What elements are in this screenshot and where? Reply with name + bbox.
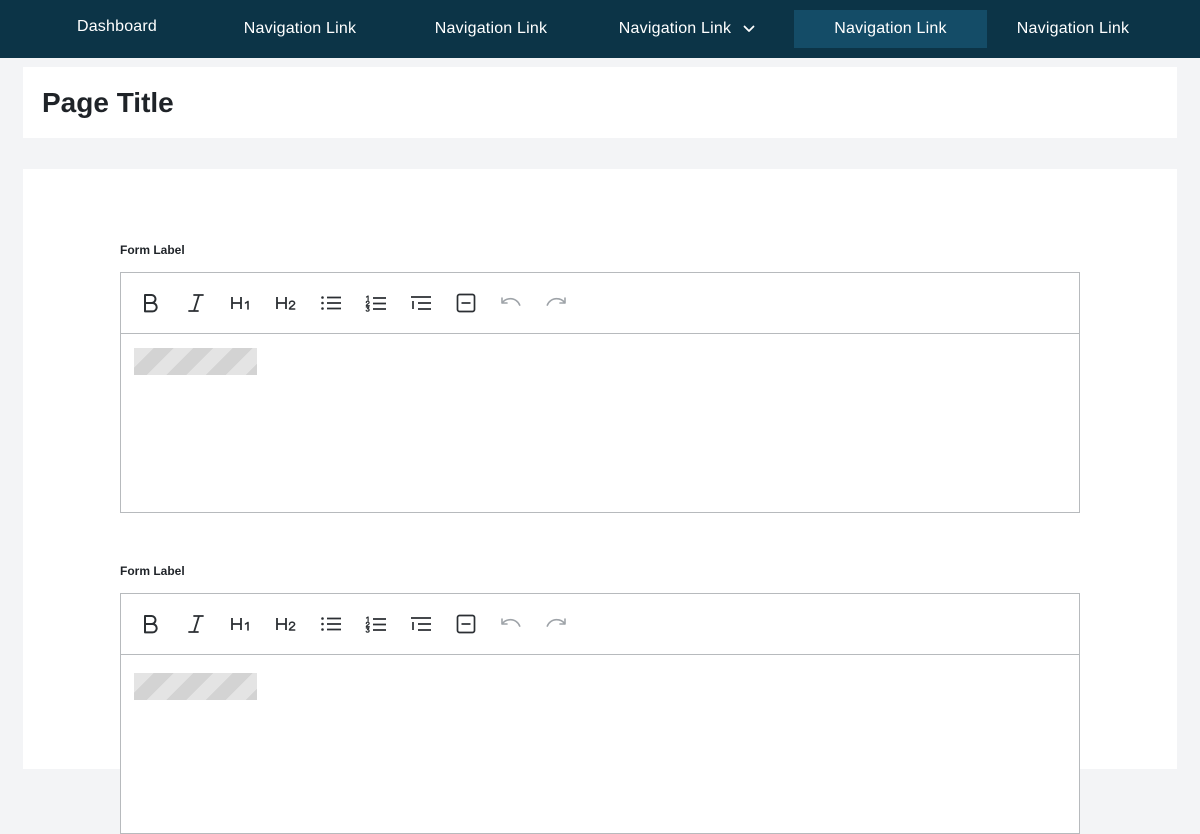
bullet-list-icon[interactable] — [316, 288, 346, 318]
nav-link-3-label: Navigation Link — [618, 20, 732, 37]
bold-icon[interactable] — [136, 288, 166, 318]
top-navigation-bar: Dashboard Navigation Link Navigation Lin… — [0, 0, 1200, 58]
italic-icon[interactable] — [181, 288, 211, 318]
nav-link-5[interactable]: Navigation Link — [995, 10, 1151, 48]
horizontal-rule-icon[interactable] — [451, 609, 481, 639]
text-placeholder-skeleton — [134, 348, 257, 375]
editor-content-area[interactable] — [121, 655, 1079, 833]
redo-icon[interactable] — [541, 609, 571, 639]
heading-2-icon[interactable] — [271, 288, 301, 318]
form-label-2: Form Label — [120, 564, 185, 578]
editor-content-area[interactable] — [121, 334, 1079, 512]
rich-text-editor-2 — [120, 593, 1080, 834]
page-header: Page Title — [23, 67, 1177, 138]
bold-icon[interactable] — [136, 609, 166, 639]
italic-icon[interactable] — [181, 609, 211, 639]
nav-link-3-dropdown[interactable]: Navigation Link — [600, 10, 774, 48]
numbered-list-icon[interactable] — [361, 288, 391, 318]
page-title: Page Title — [42, 87, 174, 118]
redo-icon[interactable] — [541, 288, 571, 318]
undo-icon[interactable] — [496, 288, 526, 318]
chevron-down-icon — [743, 25, 755, 33]
undo-icon[interactable] — [496, 609, 526, 639]
bullet-list-icon[interactable] — [316, 609, 346, 639]
nav-link-4-active[interactable]: Navigation Link — [794, 10, 987, 48]
rich-text-editor-1 — [120, 272, 1080, 513]
nav-link-1[interactable]: Navigation Link — [222, 10, 378, 48]
editor-toolbar — [121, 594, 1079, 655]
heading-1-icon[interactable] — [226, 288, 256, 318]
horizontal-rule-icon[interactable] — [451, 288, 481, 318]
nav-link-2[interactable]: Navigation Link — [413, 10, 569, 48]
indent-list-icon[interactable] — [406, 288, 436, 318]
form-panel: Form Label Form Label — [23, 169, 1177, 834]
numbered-list-icon[interactable] — [361, 609, 391, 639]
nav-item-dashboard[interactable]: Dashboard — [55, 8, 179, 46]
text-placeholder-skeleton — [134, 673, 257, 700]
editor-toolbar — [121, 273, 1079, 334]
heading-2-icon[interactable] — [271, 609, 301, 639]
indent-list-icon[interactable] — [406, 609, 436, 639]
heading-1-icon[interactable] — [226, 609, 256, 639]
form-label-1: Form Label — [120, 243, 185, 257]
